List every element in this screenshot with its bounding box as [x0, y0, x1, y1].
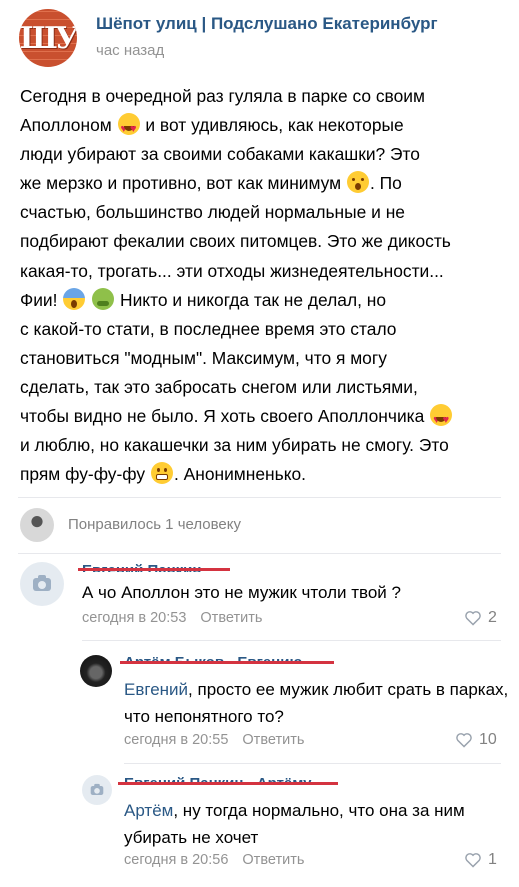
comment-text: Евгений, просто ее мужик любит срать в п…: [124, 680, 509, 726]
like-button[interactable]: 2: [464, 609, 497, 627]
reply-button[interactable]: Ответить: [242, 852, 304, 868]
reply-to-link[interactable]: Евгений: [124, 680, 188, 699]
post-line: Фии! Никто и никогда так не делал, но: [20, 287, 387, 310]
comment-time[interactable]: сегодня в 20:53: [82, 610, 186, 626]
divider: [18, 497, 501, 498]
comment-meta: сегодня в 20:56 Ответить: [124, 852, 304, 868]
post-line: подбирают фекалии своих питомцев. Это же…: [20, 231, 451, 252]
comment-time[interactable]: сегодня в 20:56: [124, 852, 228, 868]
heart-icon: [456, 733, 472, 748]
like-count: 10: [479, 731, 497, 748]
post-line: счастью, большинство людей нормальные и …: [20, 202, 405, 223]
heart-icon: [465, 853, 481, 868]
like-button[interactable]: 1: [464, 851, 497, 869]
comment-meta: сегодня в 20:55 Ответить: [124, 732, 304, 748]
post-line: прям фу-фу-фу . Анонимненько.: [20, 462, 307, 485]
reply-to-link[interactable]: Артём: [124, 801, 173, 820]
heart-eyes-emoji: [117, 113, 140, 144]
group-avatar[interactable]: ШУ: [19, 9, 77, 67]
post-line: же мерзко и противно, вот как минимум . …: [20, 171, 402, 194]
comment-avatar[interactable]: [80, 655, 112, 687]
comment-meta: сегодня в 20:53 Ответить: [82, 610, 262, 626]
scream-emoji: [63, 287, 86, 310]
likes-summary[interactable]: Понравилось 1 человеку: [68, 516, 241, 533]
post-line: чтобы видно не было. Я хоть своего Аполл…: [20, 402, 506, 435]
like-button[interactable]: 10: [455, 731, 497, 749]
post-line: какая-то, трогать... эти отходы жизнедея…: [20, 260, 444, 281]
camera-icon: [33, 574, 51, 591]
post-line: Сегодня в очередной раз гуляла в парке с…: [20, 86, 425, 106]
post-line: сделать, так это забросать снегом или ли…: [20, 376, 418, 397]
divider: [18, 553, 501, 554]
redaction-mark: [120, 661, 334, 664]
post-line: с какой-то стати, в последнее время это …: [20, 318, 397, 339]
comment-text: Артём, ну тогда нормально, что она за ни…: [124, 801, 465, 847]
post-time[interactable]: час назад: [96, 42, 164, 59]
divider: [82, 640, 501, 641]
redaction-mark: [118, 782, 338, 785]
group-name[interactable]: Шёпот улиц | Подслушано Екатеринбург: [96, 14, 438, 34]
comment-text: А чо Аполлон это не мужик чтоли твой ?: [82, 583, 401, 602]
divider: [124, 763, 501, 764]
post-line: Аполлоном и вот удивляюсь, как некоторые: [20, 111, 506, 144]
post-line: и люблю, но какашечки за ним убирать не …: [20, 435, 449, 456]
comment-avatar[interactable]: [82, 775, 112, 805]
group-avatar-text: ШУ: [19, 20, 77, 56]
post-line: становиться "модным". Максимум, что я мо…: [20, 347, 387, 368]
like-count: 2: [488, 609, 497, 626]
nauseated-emoji: [92, 287, 115, 310]
redaction-mark: [78, 568, 230, 571]
like-count: 1: [488, 851, 497, 868]
heart-eyes-emoji: [430, 404, 453, 435]
reply-button[interactable]: Ответить: [200, 610, 262, 626]
post-text: Сегодня в очередной раз гуляла в парке с…: [20, 82, 506, 489]
liker-avatar[interactable]: [20, 508, 54, 542]
hushed-face-emoji: [346, 171, 369, 194]
grimace-emoji: [150, 462, 173, 485]
comment-time[interactable]: сегодня в 20:55: [124, 732, 228, 748]
comment-avatar[interactable]: [20, 562, 64, 606]
post-line: люди убирают за своими собаками какашки?…: [20, 144, 420, 165]
reply-button[interactable]: Ответить: [242, 732, 304, 748]
camera-icon: [90, 783, 104, 795]
heart-icon: [465, 611, 481, 626]
